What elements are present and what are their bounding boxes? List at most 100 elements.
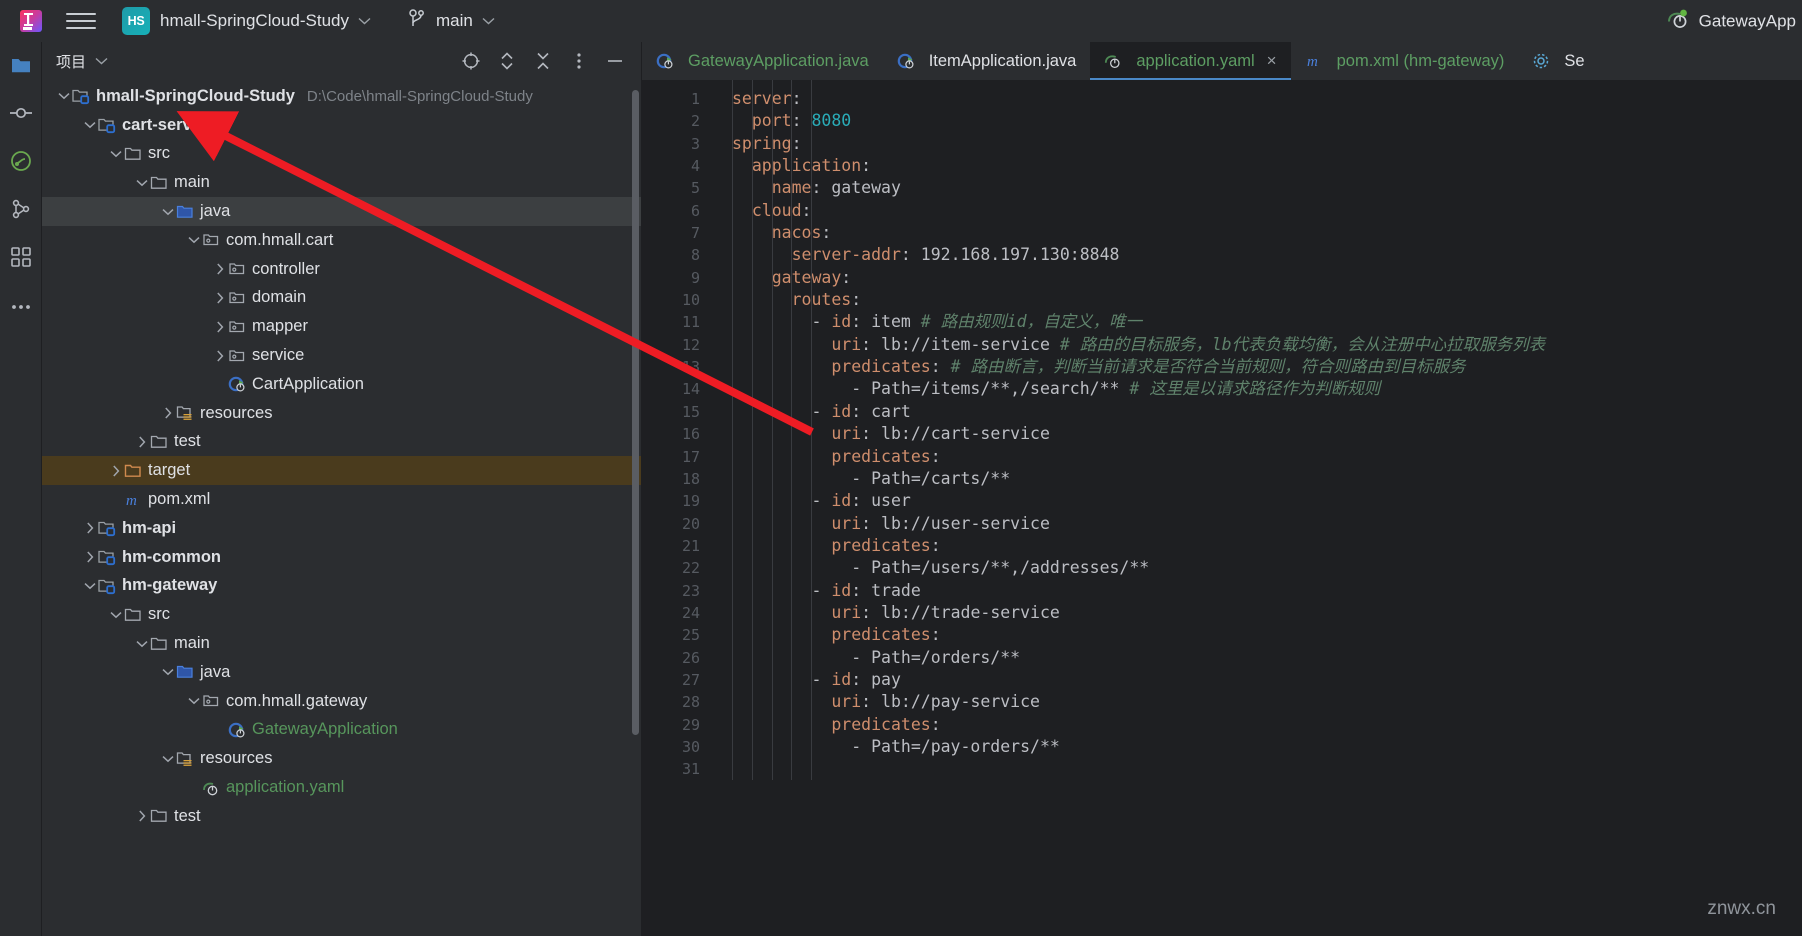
tree-node-mapper[interactable]: mapper <box>42 312 641 341</box>
code-line[interactable]: gateway: <box>714 267 1802 289</box>
code-line[interactable]: uri: lb://cart-service <box>714 423 1802 445</box>
project-chevron-down-icon[interactable] <box>358 14 371 28</box>
chevron-right-icon[interactable] <box>212 348 228 364</box>
version-control-button[interactable] <box>8 198 34 224</box>
project-tree[interactable]: hmall-SpringCloud-Study D:\Code\hmall-Spr… <box>42 80 641 936</box>
options-menu-icon[interactable] <box>569 51 589 71</box>
code-line[interactable]: uri: lb://trade-service <box>714 602 1802 624</box>
branch-chevron-down-icon[interactable] <box>482 14 495 28</box>
code-content[interactable]: server: port: 8080spring: application: n… <box>714 80 1802 936</box>
project-badge[interactable]: HS <box>122 7 150 35</box>
tree-node-test[interactable]: test <box>42 428 641 457</box>
tree-node-hm-common[interactable]: hm-common <box>42 543 641 572</box>
chevron-right-icon[interactable] <box>134 434 150 450</box>
project-pane-title[interactable]: 项目 <box>56 51 86 72</box>
chevron-right-icon[interactable] <box>82 520 98 536</box>
tree-node-src[interactable]: src <box>42 600 641 629</box>
editor-tab-application-yaml[interactable]: application.yaml × <box>1090 42 1291 80</box>
tree-node-domain[interactable]: domain <box>42 284 641 313</box>
expand-collapse-icon[interactable] <box>497 51 517 71</box>
main-menu-button[interactable] <box>66 8 96 34</box>
code-line[interactable]: predicates: <box>714 446 1802 468</box>
code-line[interactable]: - id: user <box>714 490 1802 512</box>
editor-tab-se[interactable]: Se <box>1518 42 1598 80</box>
chevron-down-icon[interactable] <box>160 664 176 680</box>
chevron-right-icon[interactable] <box>160 405 176 421</box>
code-line[interactable]: uri: lb://pay-service <box>714 691 1802 713</box>
chevron-down-icon[interactable] <box>108 607 124 623</box>
tree-node-cart-service[interactable]: cart-service <box>42 111 641 140</box>
tree-node-hm-gateway[interactable]: hm-gateway <box>42 572 641 601</box>
tree-node-pom-xml[interactable]: m pom.xml <box>42 485 641 514</box>
project-tool-window-button[interactable] <box>8 54 34 80</box>
editor-tab-pom-xml-hm-gateway[interactable]: m pom.xml (hm-gateway) <box>1291 42 1519 80</box>
code-line[interactable]: - id: trade <box>714 580 1802 602</box>
chevron-down-icon[interactable] <box>160 751 176 767</box>
project-name-label[interactable]: hmall-SpringCloud-Study <box>160 11 349 31</box>
code-line[interactable]: uri: lb://user-service <box>714 513 1802 535</box>
code-line[interactable]: spring: <box>714 133 1802 155</box>
commit-tool-window-button[interactable] <box>8 102 34 128</box>
code-line[interactable]: nacos: <box>714 222 1802 244</box>
chevron-down-icon[interactable] <box>134 175 150 191</box>
tree-node-controller[interactable]: controller <box>42 255 641 284</box>
tree-node-com-hmall-cart[interactable]: com.hmall.cart <box>42 226 641 255</box>
chevron-down-icon[interactable] <box>82 117 98 133</box>
tree-node-gatewayapplication[interactable]: GatewayApplication <box>42 716 641 745</box>
tree-node-com-hmall-gateway[interactable]: com.hmall.gateway <box>42 687 641 716</box>
code-line[interactable]: server: <box>714 88 1802 110</box>
code-line[interactable]: predicates: <box>714 714 1802 736</box>
tree-node-service[interactable]: service <box>42 341 641 370</box>
code-line[interactable]: cloud: <box>714 200 1802 222</box>
editor-tab-bar[interactable]: GatewayApplication.java ItemApplication.j… <box>642 42 1802 80</box>
code-line[interactable]: port: 8080 <box>714 110 1802 132</box>
select-opened-file-icon[interactable] <box>461 51 481 71</box>
code-line[interactable]: - Path=/pay-orders/** <box>714 736 1802 758</box>
chevron-down-icon[interactable] <box>82 578 98 594</box>
code-line[interactable]: - Path=/carts/** <box>714 468 1802 490</box>
chevron-right-icon[interactable] <box>134 808 150 824</box>
tree-node-cartapplication[interactable]: CartApplication <box>42 370 641 399</box>
chevron-down-icon[interactable] <box>134 636 150 652</box>
git-branch-widget[interactable]: main <box>407 8 495 35</box>
tree-node-application-yaml[interactable]: application.yaml <box>42 773 641 802</box>
pull-requests-button[interactable] <box>8 150 34 176</box>
more-tool-windows-button[interactable] <box>8 294 34 320</box>
run-configuration-widget[interactable]: GatewayApp <box>1664 6 1796 37</box>
code-line[interactable]: routes: <box>714 289 1802 311</box>
tree-node-target[interactable]: target <box>42 456 641 486</box>
code-line[interactable]: - id: cart <box>714 401 1802 423</box>
code-line[interactable]: predicates: <box>714 535 1802 557</box>
hide-tool-window-icon[interactable] <box>605 51 625 71</box>
tree-node-resources[interactable]: resources <box>42 399 641 428</box>
chevron-right-icon[interactable] <box>108 463 124 479</box>
chevron-down-icon[interactable] <box>56 88 72 104</box>
code-line[interactable]: - id: item # 路由规则id，自定义，唯一 <box>714 311 1802 333</box>
chevron-down-icon[interactable] <box>108 146 124 162</box>
tree-node-java[interactable]: java <box>42 197 641 226</box>
code-line[interactable]: - Path=/users/**,/addresses/** <box>714 557 1802 579</box>
collapse-all-icon[interactable] <box>533 51 553 71</box>
tree-node-java[interactable]: java <box>42 658 641 687</box>
tree-node-hmall-springcloud-study[interactable]: hmall-SpringCloud-Study D:\Code\hmall-Spr… <box>42 82 641 111</box>
code-line[interactable]: application: <box>714 155 1802 177</box>
tree-node-src[interactable]: src <box>42 140 641 169</box>
code-line[interactable]: uri: lb://item-service # 路由的目标服务，lb代表负载均… <box>714 334 1802 356</box>
code-line[interactable]: - id: pay <box>714 669 1802 691</box>
code-line[interactable]: name: gateway <box>714 177 1802 199</box>
chevron-down-icon[interactable] <box>186 232 202 248</box>
yaml-source[interactable]: server: port: 8080spring: application: n… <box>714 88 1802 781</box>
chevron-right-icon[interactable] <box>82 549 98 565</box>
editor-tab-gatewayapplication-java[interactable]: GatewayApplication.java <box>642 42 883 80</box>
project-tree-scrollbar[interactable] <box>632 90 639 735</box>
code-line[interactable]: - Path=/items/**,/search/** # 这里是以请求路径作为… <box>714 378 1802 400</box>
tree-node-main[interactable]: main <box>42 629 641 658</box>
tree-node-resources[interactable]: resources <box>42 744 641 773</box>
code-line[interactable] <box>714 758 1802 780</box>
chevron-right-icon[interactable] <box>212 319 228 335</box>
editor-viewport[interactable]: 1 2 3 4 5 6 7 8 9 10 11 12 13 14 15 16 17 18 19 20 21 22 23 24 2… <box>642 80 1802 936</box>
chevron-right-icon[interactable] <box>212 290 228 306</box>
chevron-right-icon[interactable] <box>212 261 228 277</box>
editor-tab-itemapplication-java[interactable]: ItemApplication.java <box>883 42 1091 80</box>
tree-node-test[interactable]: test <box>42 802 641 831</box>
